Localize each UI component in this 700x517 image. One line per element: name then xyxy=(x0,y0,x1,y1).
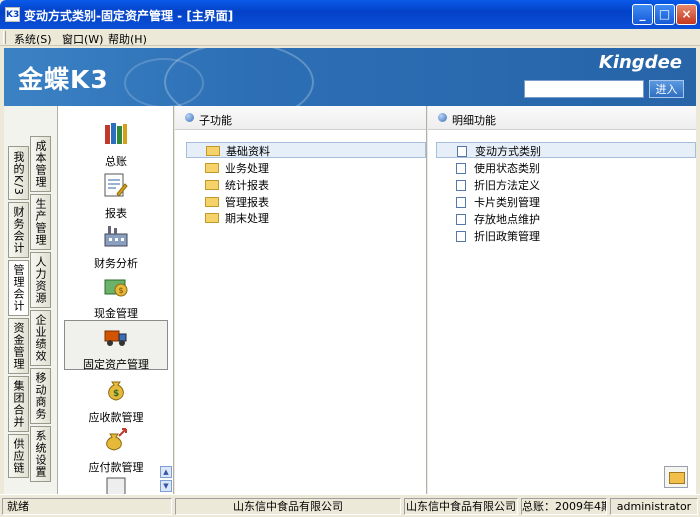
module-accounts-payable[interactable]: 应付款管理 xyxy=(64,424,168,474)
svg-text:$: $ xyxy=(119,286,124,295)
bullet-icon xyxy=(438,113,447,122)
module-financial-analysis[interactable]: 财务分析 xyxy=(64,220,168,270)
tab-group-consolidation[interactable]: 集团合并 xyxy=(8,376,29,432)
folder-icon xyxy=(205,197,219,207)
module-label: 应收款管理 xyxy=(88,411,144,424)
books-icon xyxy=(105,123,127,144)
tab-system-settings[interactable]: 系统设置 xyxy=(30,426,51,482)
menu-window[interactable]: 窗口(W) xyxy=(62,31,103,47)
folder-icon xyxy=(205,163,219,173)
detail-item[interactable]: 卡片类别管理 xyxy=(456,194,540,210)
app-icon[interactable]: K3 xyxy=(5,7,20,22)
scroll-up-button[interactable]: ▲ xyxy=(160,466,172,478)
subfunction-item[interactable]: 管理报表 xyxy=(205,194,269,210)
status-bar: 就绪 山东信中食品有限公司 山东信中食品有限公司 总账：2009年4期 admi… xyxy=(0,494,700,517)
status-company-2: 山东信中食品有限公司 xyxy=(404,498,518,515)
menu-system[interactable]: 系统(S) xyxy=(14,31,52,47)
subfunction-header: 子功能 xyxy=(175,106,426,130)
close-button[interactable]: × xyxy=(676,4,697,25)
detail-item[interactable]: 折旧方法定义 xyxy=(456,177,540,193)
subfunction-item[interactable]: 基础资料 xyxy=(186,142,426,158)
tab-production-management[interactable]: 生产管理 xyxy=(30,194,51,250)
tab-my-k3[interactable]: 我的K/3 xyxy=(8,146,29,200)
tab-human-resources[interactable]: 人力资源 xyxy=(30,252,51,308)
tab-supply-chain[interactable]: 供应链 xyxy=(8,434,29,478)
banner-decoration xyxy=(124,58,204,106)
tab-mobile-commerce[interactable]: 移动商务 xyxy=(30,368,51,424)
tab-management-accounting[interactable]: 管理会计 xyxy=(8,260,29,316)
module-label: 财务分析 xyxy=(94,257,138,270)
subfunction-title: 子功能 xyxy=(199,114,232,127)
document-icon xyxy=(456,179,466,191)
folder-icon xyxy=(205,213,219,223)
folder-icon xyxy=(205,180,219,190)
money-bag-arrow-icon xyxy=(106,428,127,451)
tab-cost-management[interactable]: 成本管理 xyxy=(30,136,51,192)
menu-help[interactable]: 帮助(H) xyxy=(108,31,147,47)
module-label: 报表 xyxy=(105,207,127,220)
module-label: 现金管理 xyxy=(94,307,138,320)
detail-item[interactable]: 变动方式类别 xyxy=(436,142,696,158)
document-icon xyxy=(456,162,466,174)
menu-grip xyxy=(3,31,6,44)
subfunction-pane: 子功能 基础资料 业务处理 统计报表 管理报表 期末处理 xyxy=(175,106,427,494)
module-list: 总账 报表 财务分析 $ 现金管理 固定资产管理 $ 应收款管理 应付款管理 ▲… xyxy=(57,106,173,494)
module-label: 应付款管理 xyxy=(88,461,144,474)
title-bar: K3 变动方式类别-固定资产管理 - [主界面] _ □ × xyxy=(0,0,700,29)
search-input[interactable] xyxy=(524,80,644,98)
svg-text:$: $ xyxy=(113,389,119,399)
tab-enterprise-performance[interactable]: 企业绩效 xyxy=(30,310,51,366)
status-user: administrator xyxy=(610,498,698,515)
subfunction-item[interactable]: 统计报表 xyxy=(205,177,269,193)
module-general-ledger[interactable]: 总账 xyxy=(64,118,168,168)
window-title: 变动方式类别-固定资产管理 - [主界面] xyxy=(24,9,234,23)
navigation-pane: 我的K/3 财务会计 管理会计 资金管理 集团合并 供应链 成本管理 生产管理 … xyxy=(4,106,174,494)
mail-icon[interactable] xyxy=(664,466,688,488)
detail-item[interactable]: 使用状态类别 xyxy=(456,160,540,176)
banner: 金蝶K3 Kingdee 进入 xyxy=(4,48,696,106)
money-bag-icon: $ xyxy=(108,381,124,401)
document-icon xyxy=(106,477,126,494)
maximize-button[interactable]: □ xyxy=(654,4,675,25)
module-more[interactable] xyxy=(64,474,168,494)
module-accounts-receivable[interactable]: $ 应收款管理 xyxy=(64,374,168,424)
status-period: 总账：2009年4期 xyxy=(521,498,607,515)
detail-title: 明细功能 xyxy=(452,114,496,127)
kingdee-brand: Kingdee xyxy=(598,52,682,73)
menu-bar: 系统(S) 窗口(W) 帮助(H) xyxy=(0,29,700,46)
module-label: 总账 xyxy=(105,155,127,168)
subfunction-item[interactable]: 业务处理 xyxy=(205,160,269,176)
enter-button[interactable]: 进入 xyxy=(649,80,684,98)
tab-funds-management[interactable]: 资金管理 xyxy=(8,318,29,374)
status-company: 山东信中食品有限公司 xyxy=(175,498,401,515)
detail-item[interactable]: 存放地点维护 xyxy=(456,211,540,227)
document-icon xyxy=(457,145,467,157)
detail-item[interactable]: 折旧政策管理 xyxy=(456,228,540,244)
detail-pane: 明细功能 变动方式类别 使用状态类别 折旧方法定义 卡片类别管理 存放地点维护 … xyxy=(428,106,696,494)
subfunction-item[interactable]: 期末处理 xyxy=(205,210,269,226)
minimize-button[interactable]: _ xyxy=(632,4,653,25)
report-icon xyxy=(104,173,128,197)
kingdee-k3-logo: 金蝶K3 xyxy=(18,65,109,94)
status-ready: 就绪 xyxy=(2,498,172,515)
bullet-icon xyxy=(185,113,194,122)
cash-icon: $ xyxy=(104,279,128,297)
truck-icon xyxy=(104,330,127,346)
scroll-down-button[interactable]: ▼ xyxy=(160,480,172,492)
document-icon xyxy=(456,196,466,208)
folder-icon xyxy=(206,146,220,156)
module-fixed-assets[interactable]: 固定资产管理 xyxy=(64,320,168,371)
module-cash-management[interactable]: $ 现金管理 xyxy=(64,270,168,320)
document-icon xyxy=(456,230,466,242)
tab-financial-accounting[interactable]: 财务会计 xyxy=(8,202,29,258)
detail-header: 明细功能 xyxy=(428,106,696,130)
factory-analysis-icon xyxy=(104,226,128,247)
document-icon xyxy=(456,213,466,225)
module-reports[interactable]: 报表 xyxy=(64,170,168,220)
module-label: 固定资产管理 xyxy=(83,358,149,371)
